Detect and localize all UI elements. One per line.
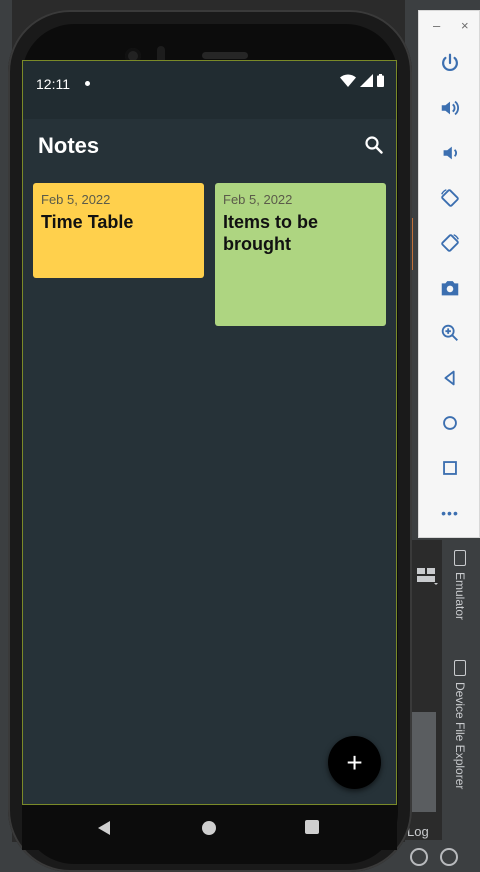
rotate-left-icon [441,189,459,207]
status-time: 12:11 [36,76,70,92]
incognito-icon[interactable] [440,848,458,866]
camera-icon [441,281,459,296]
ide-scroll-block [412,712,436,812]
page-title: Notes [38,133,100,158]
home-button[interactable] [419,403,480,443]
volume-down-icon [443,146,457,160]
rotate-right-button[interactable] [419,223,480,263]
power-icon [442,53,458,72]
emulator-control-panel: – × ••• [418,10,480,538]
overview-button[interactable] [419,448,480,488]
battery-icon [377,74,384,87]
screenshot-button[interactable] [419,268,480,308]
close-button[interactable]: × [461,19,469,33]
nav-back-icon[interactable] [97,820,111,836]
layout-icon[interactable] [416,566,440,586]
device-icon [454,550,466,566]
more-button[interactable]: ••• [419,493,480,533]
zoom-button[interactable] [419,313,480,353]
rotate-right-icon [441,234,459,252]
status-icons [340,74,384,87]
nav-recents-icon[interactable] [305,820,319,834]
note-card-items-to-be-brought[interactable]: Feb 5, 2022 Items to be brought [215,183,386,326]
tool-tab-emulator[interactable]: Emulator [445,550,475,620]
volume-up-icon [441,100,459,116]
add-note-button[interactable]: + [328,736,381,789]
phone-icon [454,660,466,676]
zoom-icon [441,324,458,341]
note-title: Items to be brought [223,212,319,254]
notification-dot-icon [85,81,90,86]
note-date: Feb 5, 2022 [41,192,111,207]
note-card-time-table[interactable]: Feb 5, 2022 Time Table [33,183,204,278]
nav-home-icon[interactable] [202,821,216,835]
overview-icon [443,461,457,475]
navigation-bar [22,806,397,850]
back-button[interactable] [419,358,480,398]
tool-tab-emulator-label: Emulator [453,572,467,621]
minimize-button[interactable]: – [433,19,440,33]
feedback-sad-icon[interactable] [410,848,428,866]
log-tab[interactable]: Log [407,824,429,839]
tool-tab-device-file-explorer[interactable]: Device File Explorer [445,660,475,789]
volume-up-button[interactable] [419,88,480,128]
tool-tab-device-label: Device File Explorer [453,682,467,790]
home-icon [443,416,457,430]
rotate-left-button[interactable] [419,178,480,218]
wifi-icon [340,74,356,87]
cellular-signal-icon [360,74,373,87]
search-icon[interactable] [362,133,386,157]
earpiece-speaker [202,52,248,59]
back-icon [444,370,455,386]
phone-screen: 12:11 Notes Feb 5, 2022 Time Table Feb 5… [22,60,397,805]
note-date: Feb 5, 2022 [223,192,293,207]
volume-down-button[interactable] [419,133,480,173]
more-icon: ••• [441,505,459,521]
power-button[interactable] [419,43,480,83]
note-title: Time Table [41,212,134,232]
status-bar: 12:11 [23,61,396,119]
